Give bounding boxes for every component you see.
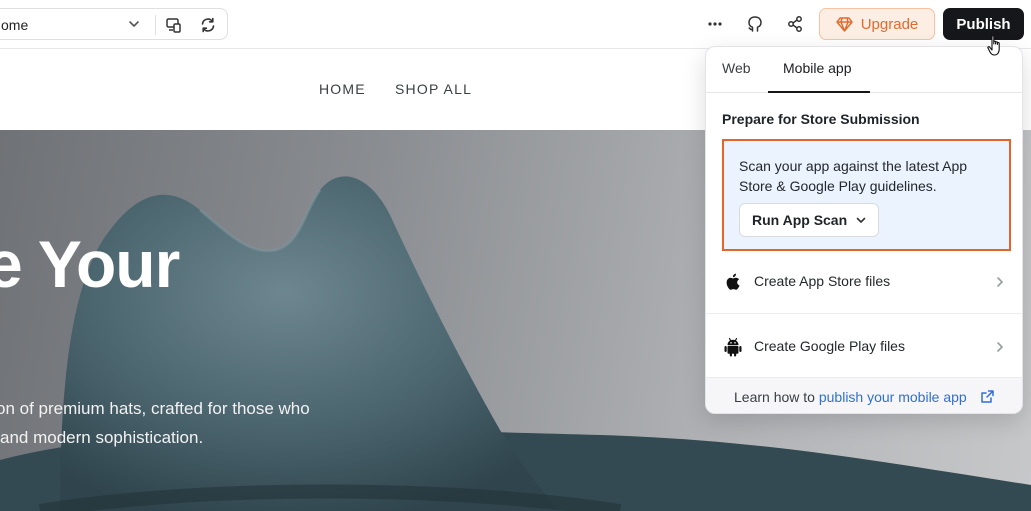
top-toolbar: ome Upgrade Publish (0, 0, 1031, 49)
create-google-play-files-row[interactable]: Create Google Play files (706, 314, 1022, 378)
footer-prefix: Learn how to (734, 389, 819, 405)
publish-tabs: Web Mobile app (706, 47, 1022, 93)
chevron-down-icon[interactable] (127, 17, 141, 31)
hero-subtitle: on of premium hats, crafted for those wh… (0, 394, 310, 452)
android-icon (724, 337, 742, 357)
page-selector[interactable]: ome (0, 8, 228, 40)
publish-mobile-app-link[interactable]: publish your mobile app (819, 389, 967, 405)
ellipsis-icon (708, 22, 722, 26)
tab-mobile-app[interactable]: Mobile app (783, 60, 852, 76)
publish-button[interactable]: Publish (943, 8, 1024, 40)
upgrade-button[interactable]: Upgrade (819, 8, 935, 40)
nav-link-home[interactable]: HOME (319, 81, 366, 97)
upgrade-label: Upgrade (860, 15, 919, 33)
external-link-icon[interactable] (980, 389, 995, 404)
share-button[interactable] (783, 12, 807, 36)
create-app-store-files-label: Create App Store files (754, 273, 891, 289)
nav-link-shop-all[interactable]: SHOP ALL (395, 81, 472, 97)
responsive-view-icon[interactable] (165, 16, 183, 34)
tab-web[interactable]: Web (722, 60, 751, 76)
run-app-scan-label: Run App Scan (752, 212, 848, 228)
chevron-right-icon (997, 277, 1003, 287)
divider (155, 15, 156, 35)
publish-panel: Web Mobile app Prepare for Store Submiss… (705, 46, 1023, 414)
run-app-scan-button[interactable]: Run App Scan (739, 203, 879, 237)
create-google-play-files-label: Create Google Play files (754, 338, 905, 354)
footer-text: Learn how to publish your mobile app (734, 389, 967, 405)
create-app-store-files-row[interactable]: Create App Store files (706, 249, 1022, 313)
section-title: Prepare for Store Submission (722, 111, 920, 127)
github-button[interactable] (743, 12, 767, 36)
more-options-button[interactable] (703, 12, 727, 36)
page-selector-value: ome (1, 17, 29, 33)
app-scan-card: Scan your app against the latest App Sto… (722, 139, 1011, 251)
chevron-right-icon (997, 342, 1003, 352)
active-tab-indicator (768, 91, 870, 93)
apple-icon (726, 273, 740, 290)
refresh-icon[interactable] (199, 16, 217, 34)
github-icon (748, 16, 762, 32)
publish-label: Publish (956, 15, 1011, 33)
hero-subtitle-line: and modern sophistication. (0, 428, 204, 447)
share-icon (788, 16, 802, 32)
app-scan-description: Scan your app against the latest App Sto… (739, 158, 968, 194)
hero-subtitle-line: on of premium hats, crafted for those wh… (0, 399, 310, 418)
hero-title: e Your (0, 227, 180, 301)
chevron-down-icon (856, 217, 866, 223)
hand-cursor-icon (987, 35, 1000, 56)
panel-footer: Learn how to publish your mobile app (706, 377, 1022, 413)
gem-icon (836, 16, 853, 32)
